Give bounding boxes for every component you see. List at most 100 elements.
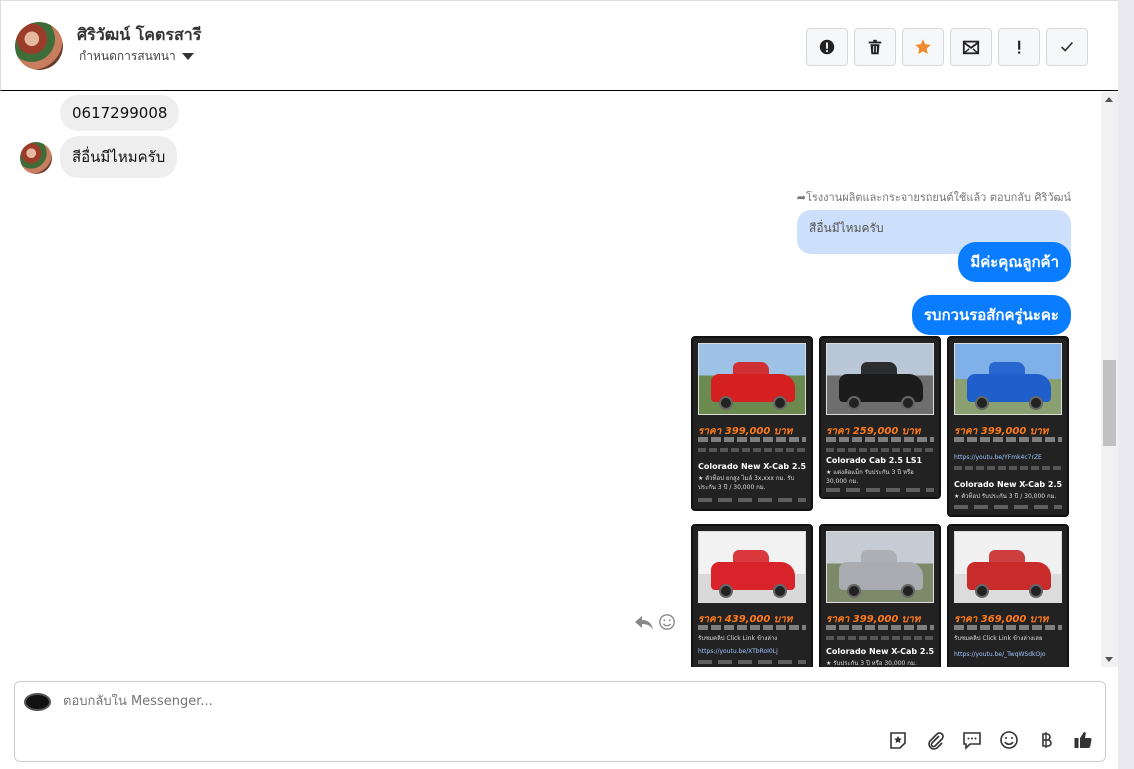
car-subline bbox=[954, 466, 1062, 470]
attach-button[interactable] bbox=[923, 728, 947, 752]
reply-input[interactable] bbox=[63, 694, 763, 709]
car-desc: รับชมคลิป Click Link ข้างล่างเลย bbox=[954, 635, 1043, 642]
saved-replies-button[interactable] bbox=[960, 728, 984, 752]
follow-up-button[interactable] bbox=[998, 28, 1040, 66]
alert-circle-icon bbox=[819, 39, 835, 55]
outgoing-message-1: มีค่ะคุณลูกค้า bbox=[958, 242, 1071, 282]
message-thread[interactable]: 0617299008 สีอื่นมีไหมครับ ➦โรงงานผลิตแล… bbox=[0, 92, 1101, 667]
messenger-window: ศิริวัฒน์ โคตรสารี กำหนดการสนทนา 0617299… bbox=[0, 0, 1118, 769]
mark-spam-button[interactable] bbox=[806, 28, 848, 66]
star-button[interactable] bbox=[902, 28, 944, 66]
header-actions bbox=[806, 28, 1088, 66]
car-photo bbox=[826, 343, 934, 415]
car-model: Colorado New X-Cab 2.5 bbox=[826, 647, 935, 656]
envelope-icon bbox=[962, 40, 980, 55]
car-desc: https://youtu.be/YFmk4c7rZE bbox=[954, 454, 1042, 461]
reply-composer bbox=[14, 681, 1106, 762]
reply-arrow-icon: ➦ bbox=[796, 191, 806, 204]
contact-name: ศิริวัฒน์ โคตรสารี bbox=[77, 25, 202, 44]
scroll-down-arrow-icon[interactable] bbox=[1105, 657, 1113, 662]
car-subline bbox=[698, 625, 806, 630]
wheel bbox=[773, 396, 787, 410]
car-desc: https://youtu.be/_TwqWSdkOjo bbox=[954, 651, 1046, 658]
car-photo bbox=[954, 531, 1062, 603]
incoming-message-question: สีอื่นมีไหมครับ bbox=[60, 136, 178, 178]
car-card[interactable]: ราคา 399,000 บาท Colorado New X-Cab 2.5 … bbox=[819, 524, 941, 667]
car-model: Colorado New X-Cab 2.5 bbox=[698, 462, 807, 471]
paperclip-icon bbox=[928, 732, 944, 750]
car-footer bbox=[826, 488, 934, 492]
car-subline bbox=[954, 437, 1062, 442]
car-card[interactable]: ราคา 259,000 บาท Colorado Cab 2.5 LS1 ★ … bbox=[819, 336, 941, 499]
wheel bbox=[847, 396, 861, 410]
car-desc: รับชมคลิป Click Link ข้างล่าง bbox=[698, 635, 778, 642]
thread-scrollbar[interactable] bbox=[1101, 92, 1118, 667]
incoming-message-phone: 0617299008 bbox=[60, 95, 180, 131]
car-model: Colorado Cab 2.5 LS1 bbox=[826, 456, 923, 465]
car-desc: ★ ตัวท็อป ยกสูง ไมล์ 3x,xxx กม. รับ bbox=[698, 475, 795, 482]
assign-conversation-label: กำหนดการสนทนา bbox=[79, 49, 176, 63]
car-subline bbox=[826, 437, 934, 442]
car-footer bbox=[954, 505, 1062, 509]
car-desc: ★ รับประกัน 3 ปี หรือ 30,000 กม. bbox=[826, 660, 917, 667]
car-desc: 30,000 กม. bbox=[826, 478, 859, 485]
car-photo bbox=[954, 343, 1062, 415]
sticker-button[interactable] bbox=[886, 728, 910, 752]
like-button[interactable] bbox=[1071, 728, 1095, 752]
wheel bbox=[719, 584, 733, 598]
exclamation-icon bbox=[1018, 40, 1021, 54]
car-photo bbox=[826, 531, 934, 603]
car-subline bbox=[954, 625, 1062, 630]
contact-avatar[interactable] bbox=[15, 22, 63, 70]
check-icon bbox=[1061, 41, 1074, 52]
react-emoji-icon[interactable] bbox=[658, 613, 676, 631]
mark-done-button[interactable] bbox=[1046, 28, 1088, 66]
car-card[interactable]: ราคา 399,000 บาท Colorado New X-Cab 2.5 … bbox=[691, 336, 813, 511]
chat-bubble-icon bbox=[963, 732, 981, 750]
reply-attribution-text: โรงงานผลิตและกระจายรถยนต์ใช้แล้ว ตอบกลับ… bbox=[805, 191, 1071, 204]
car-subline bbox=[698, 437, 806, 442]
mark-unread-button[interactable] bbox=[950, 28, 992, 66]
sticker-icon bbox=[890, 732, 906, 749]
car-card[interactable]: ราคา 439,000 บาท รับชมคลิป Click Link ข้… bbox=[691, 524, 813, 667]
conversation-header: ศิริวัฒน์ โคตรสารี กำหนดการสนทนา bbox=[0, 0, 1118, 91]
car-card[interactable]: ราคา 369,000 บาท รับชมคลิป Click Link ข้… bbox=[947, 524, 1069, 667]
wheel bbox=[773, 584, 787, 598]
payment-button[interactable] bbox=[1034, 728, 1058, 752]
car-subline bbox=[826, 448, 934, 452]
car-desc: ★ แต่งล้อแม็ก รับประกัน 3 ปี หรือ bbox=[826, 469, 914, 476]
wheel bbox=[847, 584, 861, 598]
caret-down-icon bbox=[181, 53, 194, 60]
composer-toolbar bbox=[886, 728, 1095, 752]
car-subline bbox=[826, 636, 934, 640]
car-model: Colorado New X-Cab 2.5 bbox=[954, 480, 1063, 489]
car-card[interactable]: ราคา 399,000 บาท https://youtu.be/YFmk4c… bbox=[947, 336, 1069, 517]
car-desc: ประกัน 3 ปี / 30,000 กม. bbox=[698, 484, 766, 491]
outgoing-message-2: รบกวนรอสักครู่นะคะ bbox=[911, 295, 1071, 335]
car-desc: ★ ตัวท็อป รับประกัน 3 ปี / 30,000 กม. bbox=[954, 493, 1057, 500]
window-scrollbar[interactable] bbox=[1118, 0, 1134, 769]
delete-button[interactable] bbox=[854, 28, 896, 66]
sender-avatar bbox=[20, 142, 52, 174]
scroll-up-arrow-icon[interactable] bbox=[1105, 97, 1113, 102]
wheel bbox=[1029, 584, 1043, 598]
car-footer bbox=[698, 498, 806, 502]
wheel bbox=[975, 584, 989, 598]
emoji-icon bbox=[1000, 731, 1018, 749]
wheel bbox=[901, 396, 915, 410]
car-footer bbox=[698, 660, 806, 664]
emoji-button[interactable] bbox=[997, 728, 1021, 752]
car-subline bbox=[826, 625, 934, 630]
assign-conversation-dropdown[interactable]: กำหนดการสนทนา bbox=[79, 47, 194, 66]
wheel bbox=[901, 584, 915, 598]
thumbs-up-icon bbox=[1074, 732, 1092, 749]
car-subline bbox=[698, 448, 806, 452]
car-photo bbox=[698, 531, 806, 603]
scroll-thumb[interactable] bbox=[1103, 360, 1116, 446]
car-desc: https://youtu.be/XTbRoI0Lj bbox=[698, 648, 778, 655]
reply-attribution: ➦โรงงานผลิตและกระจายรถยนต์ใช้แล้ว ตอบกลั… bbox=[797, 188, 1071, 206]
reply-icon[interactable] bbox=[634, 614, 654, 632]
trash-icon bbox=[868, 39, 882, 55]
page-avatar bbox=[24, 693, 51, 711]
wheel bbox=[1029, 396, 1043, 410]
